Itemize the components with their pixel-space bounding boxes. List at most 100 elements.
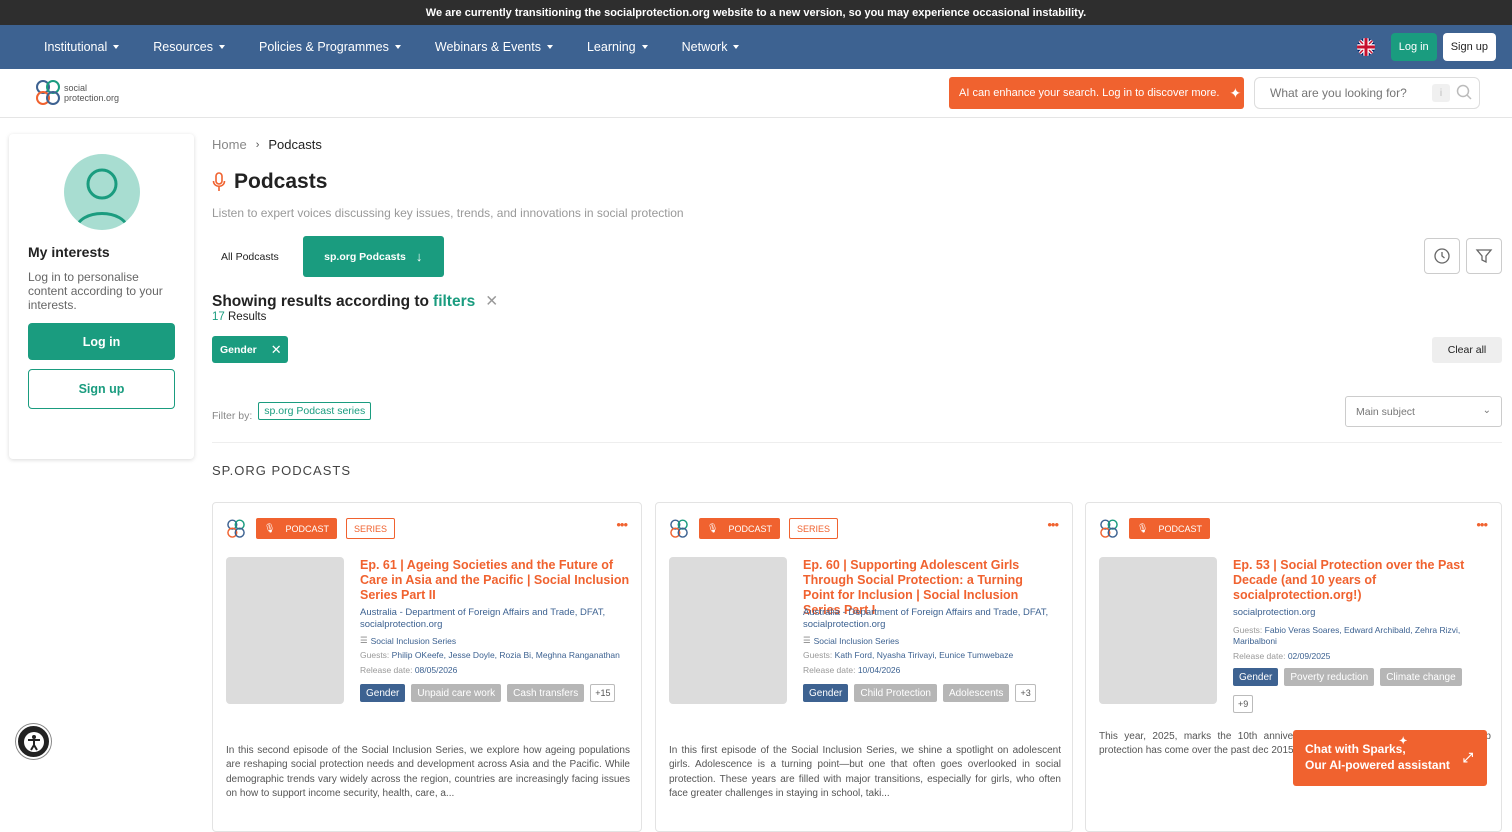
search-input[interactable] bbox=[1270, 86, 1430, 100]
podcast-description: In this second episode of the Social Inc… bbox=[226, 745, 630, 799]
ai-button-label: AI can enhance your search. Log in to di… bbox=[959, 87, 1220, 99]
podcast-org[interactable]: Australia - Department of Foreign Affair… bbox=[803, 607, 1063, 631]
sidebar-login-button[interactable]: Log in bbox=[28, 323, 175, 360]
chat-line1: Chat with Sparks, bbox=[1305, 742, 1406, 756]
more-tags-button[interactable]: +3 bbox=[1015, 684, 1036, 702]
nav-resources[interactable]: Resources bbox=[153, 40, 225, 54]
results-count: 17 Results bbox=[212, 311, 266, 323]
breadcrumb-home[interactable]: Home bbox=[212, 137, 247, 152]
podcast-badge: 🎙 PODCAST bbox=[699, 518, 780, 539]
search-icon[interactable] bbox=[1456, 84, 1472, 103]
divider bbox=[212, 442, 1502, 443]
more-options-icon[interactable]: ••• bbox=[1476, 517, 1488, 532]
filter-button[interactable] bbox=[1466, 238, 1502, 274]
breadcrumb: Home › Podcasts bbox=[212, 137, 322, 152]
tag-chip[interactable]: Poverty reduction bbox=[1284, 668, 1375, 686]
filter-by-row: Filter by: sp.org Podcast series bbox=[212, 402, 377, 429]
accessibility-icon[interactable] bbox=[16, 724, 51, 759]
chevron-down-icon: ⌄ bbox=[1482, 405, 1491, 416]
sort-button[interactable] bbox=[1424, 238, 1460, 274]
filter-icon bbox=[1475, 249, 1493, 264]
nav-network[interactable]: Network bbox=[682, 40, 740, 54]
main-subject-select[interactable]: Main subject ⌄ bbox=[1345, 396, 1502, 427]
tab-sp-podcasts[interactable]: sp.org Podcasts ↓ bbox=[302, 236, 444, 277]
podcast-org[interactable]: socialprotection.org bbox=[1233, 607, 1483, 619]
podcast-meta: Australia - Department of Foreign Affair… bbox=[360, 607, 632, 675]
results-label: Results bbox=[228, 311, 267, 323]
nav-policies[interactable]: Policies & Programmes bbox=[259, 40, 401, 54]
more-options-icon[interactable]: ••• bbox=[1047, 517, 1059, 532]
chevron-down-icon bbox=[113, 45, 120, 49]
podcast-org[interactable]: Australia - Department of Foreign Affair… bbox=[360, 607, 632, 631]
uk-flag-icon[interactable] bbox=[1356, 38, 1375, 56]
podcast-title[interactable]: Ep. 53 | Social Protection over the Past… bbox=[1233, 558, 1473, 603]
tag-chip[interactable]: Adolescents bbox=[942, 684, 1010, 702]
microphone-icon: 🎙 bbox=[264, 523, 276, 533]
series-badge: SERIES bbox=[789, 518, 839, 539]
podcast-card[interactable]: 🎙 PODCAST SERIES ••• Ep. 61 | Ageing Soci… bbox=[212, 502, 642, 832]
chat-with-sparks-button[interactable]: ✦ Chat with Sparks, Our AI-powered assis… bbox=[1293, 730, 1487, 786]
date-label: Release date: bbox=[1233, 651, 1286, 661]
microphone-icon: 🎙 bbox=[707, 523, 719, 533]
clear-all-button[interactable]: Clear all bbox=[1432, 337, 1502, 363]
user-avatar-icon bbox=[64, 154, 140, 230]
interests-description: Log in to personalise content according … bbox=[28, 270, 163, 312]
guests-label: Guests: bbox=[1233, 625, 1263, 635]
tag-chip[interactable]: Gender bbox=[360, 684, 406, 702]
tag-chip[interactable]: Gender bbox=[803, 684, 849, 702]
podcast-thumbnail[interactable] bbox=[226, 557, 344, 704]
more-options-icon[interactable]: ••• bbox=[616, 517, 628, 532]
close-icon[interactable]: ✕ bbox=[485, 292, 498, 311]
tag-chip[interactable]: Gender bbox=[1233, 668, 1279, 686]
header-login-button[interactable]: Log in bbox=[1390, 33, 1437, 61]
chevron-down-icon bbox=[733, 45, 740, 49]
active-filter-chip[interactable]: Gender ✕ bbox=[212, 336, 288, 363]
sub-header: social protection.org AI can enhance your… bbox=[0, 69, 1512, 118]
nav-learning[interactable]: Learning bbox=[587, 40, 648, 54]
release-date: Release date: 10/04/2026 bbox=[803, 665, 1063, 675]
podcast-guests: Guests: Philip OKeefe, Jesse Doyle, Rozi… bbox=[360, 650, 632, 661]
site-logo[interactable]: social protection.org bbox=[34, 78, 119, 108]
date-label: Release date: bbox=[360, 665, 413, 675]
nav-label: Webinars & Events bbox=[434, 40, 541, 54]
badge-label: PODCAST bbox=[728, 523, 772, 534]
tag-chip[interactable]: Child Protection bbox=[854, 684, 937, 702]
more-tags-button[interactable]: +15 bbox=[590, 684, 616, 702]
badge-label: PODCAST bbox=[285, 523, 329, 534]
nav-label: Learning bbox=[586, 40, 636, 54]
sporg-logo-icon bbox=[670, 519, 688, 538]
podcast-thumbnail[interactable] bbox=[669, 557, 787, 704]
arrow-down-icon: ↓ bbox=[415, 249, 423, 264]
ai-search-button[interactable]: AI can enhance your search. Log in to di… bbox=[949, 77, 1244, 109]
podcast-series[interactable]: ☰ Social Inclusion Series bbox=[803, 635, 1063, 646]
logo-line1: social bbox=[64, 83, 88, 93]
filter-by-tag[interactable]: sp.org Podcast series bbox=[258, 402, 372, 420]
tag-chip[interactable]: Cash transfers bbox=[507, 684, 585, 702]
podcast-title[interactable]: Ep. 61 | Ageing Societies and the Future… bbox=[360, 558, 632, 603]
tag-list: Gender Child Protection Adolescents +3 bbox=[803, 684, 1072, 711]
podcast-series[interactable]: ☰ Social Inclusion Series bbox=[360, 635, 632, 646]
search-box[interactable]: i bbox=[1254, 77, 1480, 109]
expand-icon[interactable]: ⤢ bbox=[1463, 750, 1473, 766]
date-value: 08/05/2026 bbox=[414, 665, 458, 675]
breadcrumb-current: Podcasts bbox=[268, 137, 322, 152]
podcast-card[interactable]: 🎙 PODCAST SERIES ••• Ep. 60 | Supporting … bbox=[655, 502, 1073, 832]
nav-label: Network bbox=[681, 40, 728, 54]
date-label: Release date: bbox=[803, 665, 856, 675]
more-tags-button[interactable]: +9 bbox=[1233, 695, 1254, 713]
nav-webinars[interactable]: Webinars & Events bbox=[435, 40, 553, 54]
sidebar-signup-button[interactable]: Sign up bbox=[28, 369, 175, 409]
header-signup-button[interactable]: Sign up bbox=[1442, 33, 1496, 61]
podcast-thumbnail[interactable] bbox=[1099, 557, 1217, 704]
podcast-description: In this first episode of the Social Incl… bbox=[669, 745, 1061, 799]
sporg-logo-icon bbox=[227, 519, 245, 538]
guests-value: Fabio Veras Soares, Edward Archibald, Ze… bbox=[1233, 625, 1461, 646]
filters-link[interactable]: filters bbox=[433, 293, 475, 311]
tag-list: Gender Unpaid care work Cash transfers +… bbox=[360, 684, 635, 711]
tab-all-podcasts[interactable]: All Podcasts bbox=[212, 236, 288, 277]
tag-chip[interactable]: Unpaid care work bbox=[411, 684, 502, 702]
tag-chip[interactable]: Climate change bbox=[1380, 668, 1462, 686]
nav-institutional[interactable]: Institutional bbox=[44, 40, 120, 54]
chevron-down-icon bbox=[394, 45, 401, 49]
remove-filter-icon[interactable]: ✕ bbox=[271, 342, 282, 358]
